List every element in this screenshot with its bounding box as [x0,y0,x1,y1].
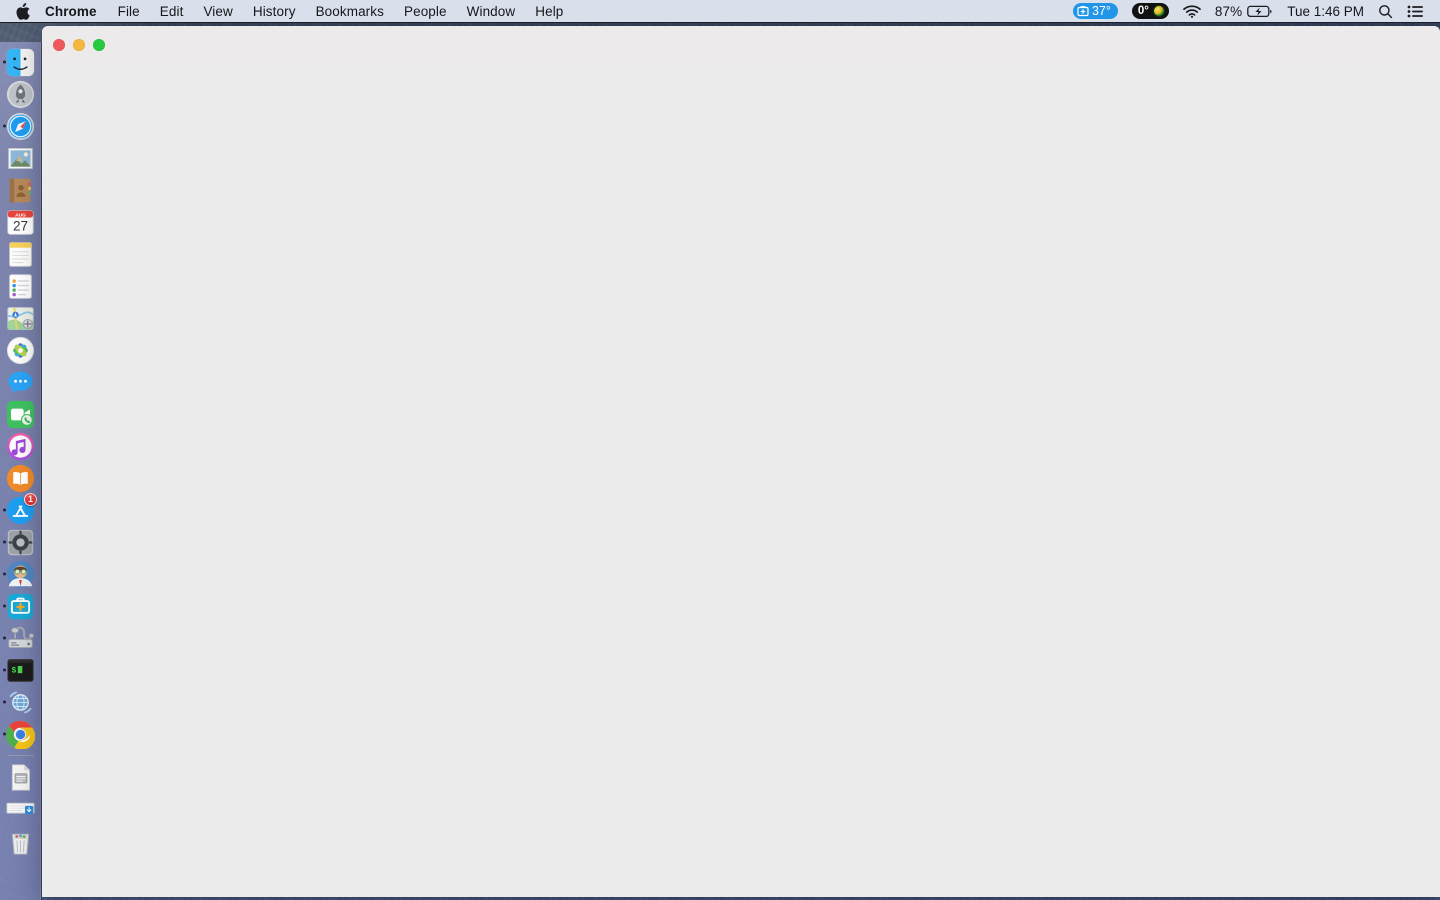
terminal-icon: $ [7,658,34,682]
menu-item-view[interactable]: View [193,0,242,22]
mail-photo-icon [8,147,33,169]
window-traffic-lights [53,38,105,51]
battery-percentage: 87% [1214,3,1243,19]
dock-item-documents-stack[interactable] [0,761,41,793]
menu-item-edit[interactable]: Edit [150,0,194,22]
dock-item-books[interactable] [0,462,41,494]
messages-icon [8,371,33,393]
status-clock[interactable]: Tue 1:46 PM [1280,0,1371,22]
gauge-value: 0° [1137,5,1149,17]
system-preferences-gear-icon [7,529,34,555]
dock-item-photos[interactable] [0,334,41,366]
dock-item-safari[interactable] [0,110,41,142]
menu-item-history[interactable]: History [243,0,306,22]
battery-charging-icon [1247,5,1273,18]
documents-stack-icon [11,763,31,791]
dock-item-user-avatar-app[interactable] [0,558,41,590]
dock-separator [7,755,34,756]
weather-temperature: 37° [1091,4,1111,18]
dock-item-calendar[interactable]: AUG 27 [0,206,41,238]
menu-item-bookmarks[interactable]: Bookmarks [306,0,394,22]
dock-item-network-utility[interactable] [0,686,41,718]
menu-bar: Chrome File Edit View History Bookmarks … [0,0,1440,23]
disk-utility-icon [8,626,35,648]
dock-item-messages[interactable] [0,366,41,398]
dock-item-notes[interactable] [0,238,41,270]
dock-item-reminders[interactable] [0,270,41,302]
application-window[interactable] [42,26,1440,897]
calendar-icon: AUG 27 [7,209,34,235]
menu-item-app-name[interactable]: Chrome [43,0,108,22]
photos-icon [6,336,35,364]
dock-item-chrome[interactable] [0,718,41,750]
maps-icon [7,306,34,330]
svg-text:$: $ [11,665,16,675]
network-globe-icon [9,691,32,713]
dock-item-maps[interactable] [0,302,41,334]
status-spotlight-search[interactable] [1371,0,1400,22]
window-content-area[interactable] [42,63,1440,897]
dock-item-mail[interactable] [0,142,41,174]
notes-icon [9,241,32,267]
window-titlebar[interactable] [42,26,1440,63]
search-icon [1378,4,1393,19]
facetime-icon [6,400,35,428]
dock-item-terminal[interactable]: $ [0,654,41,686]
maximize-button[interactable] [93,38,105,51]
dial-gauge-icon [1152,5,1165,17]
status-wifi[interactable] [1176,0,1208,22]
status-weather-widget[interactable]: 37° [1066,0,1125,22]
dock-item-launchpad[interactable] [0,78,41,110]
status-gauge-widget[interactable]: 0° [1125,0,1176,22]
menu-item-file[interactable]: File [108,0,150,22]
menu-bar-status-area: 37° 0° 87% Tue 1:46 PM [1066,0,1440,22]
dock-item-first-aid[interactable] [0,590,41,622]
contacts-book-icon [9,178,31,202]
menu-item-help[interactable]: Help [525,0,573,22]
dock-item-facetime[interactable] [0,398,41,430]
svg-text:27: 27 [13,218,28,233]
dock-item-downloads-stack[interactable] [0,793,41,825]
launchpad-rocket-icon [6,80,35,108]
apple-logo-icon[interactable] [0,0,43,22]
close-button[interactable] [53,38,65,51]
status-control-center[interactable] [1400,0,1431,22]
finder-icon [6,48,35,76]
minimize-button[interactable] [73,38,85,51]
dock-item-trash[interactable] [0,825,41,857]
dock-item-disk-utility[interactable] [0,622,41,654]
wifi-icon [1183,4,1201,18]
dock-item-itunes[interactable] [0,430,41,462]
dock-item-system-preferences[interactable] [0,526,41,558]
control-center-icon [1407,5,1424,18]
user-avatar-icon [6,560,35,588]
svg-text:AUG: AUG [15,212,26,218]
trash-icon [11,833,30,855]
dock-item-app-store[interactable]: 1 [0,492,41,526]
downloads-stack-icon [6,802,35,814]
weather-widget-icon [1077,5,1089,17]
itunes-music-note-icon [6,432,35,460]
dock-item-finder[interactable] [0,46,41,78]
books-icon [6,464,35,492]
menu-bar-left: Chrome File Edit View History Bookmarks … [0,0,573,22]
dock[interactable]: AUG 27 1 $ [0,42,42,900]
safari-compass-icon [6,112,35,140]
menu-item-people[interactable]: People [394,0,457,22]
dock-item-contacts[interactable] [0,174,41,206]
status-battery[interactable]: 87% [1208,0,1280,22]
reminders-icon [9,273,32,299]
menu-item-window[interactable]: Window [457,0,526,22]
first-aid-kit-icon [7,593,34,619]
chrome-icon [6,720,35,749]
app-store-badge: 1 [24,492,37,506]
